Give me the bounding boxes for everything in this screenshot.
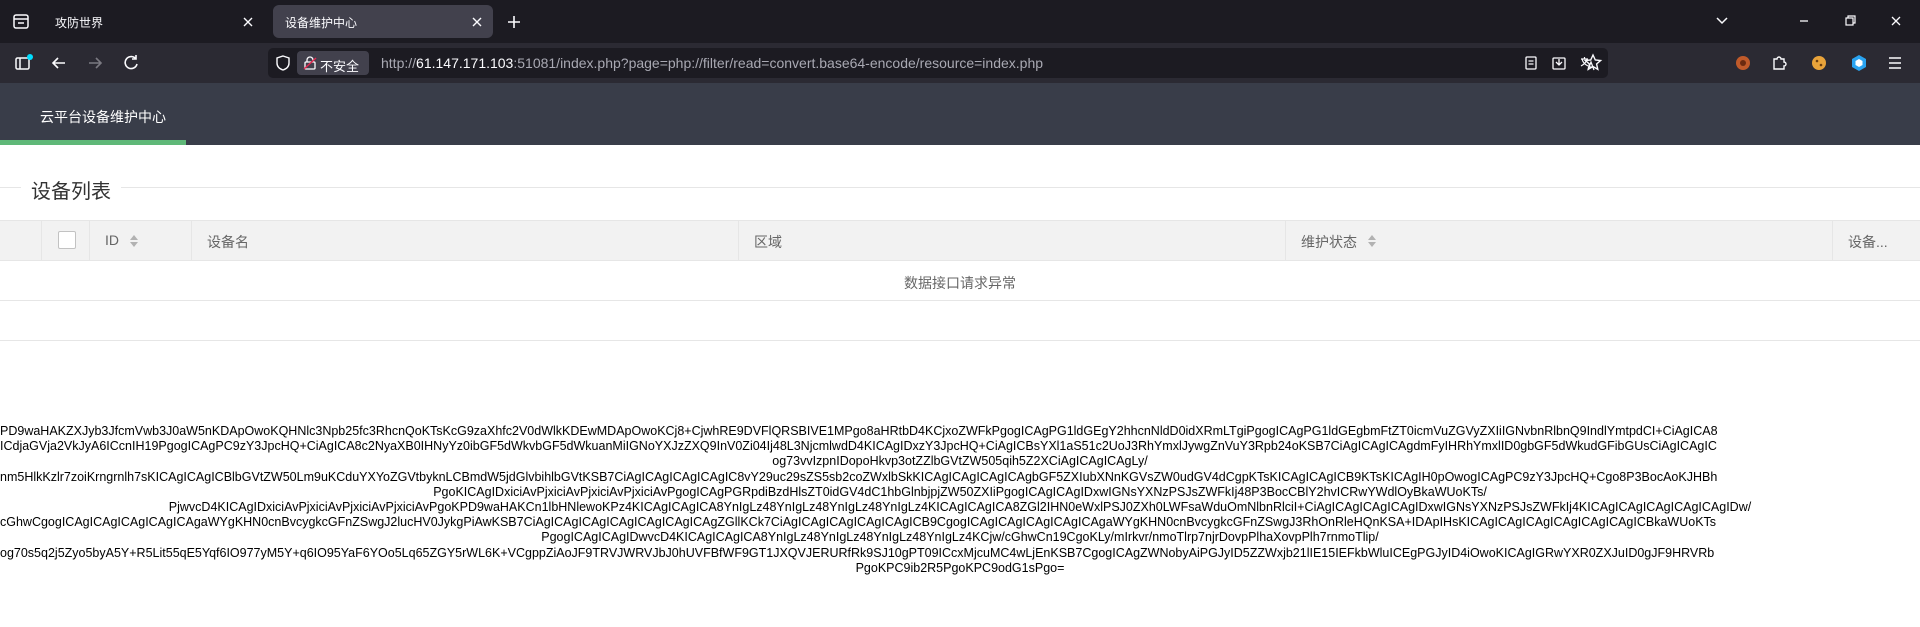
- tab-title: 攻防世界: [55, 16, 104, 30]
- url-path: :51081/index.php?page=php://filter/read=…: [513, 55, 1044, 71]
- select-all-checkbox[interactable]: [58, 231, 76, 249]
- raw-output-line: PD9waHAKZXJyb3JfcmVwb3J0aW5nKDApOwoKQHNl…: [0, 424, 1718, 438]
- extensions-puzzle-icon[interactable]: [1766, 50, 1792, 76]
- table-header-device-name: 设备名: [192, 221, 739, 260]
- raw-output-line: PgoKICAgIDxiciAvPjxiciAvPjxiciAvPjxiciAv…: [433, 484, 1487, 499]
- close-icon[interactable]: [468, 13, 486, 31]
- tab-gongfang[interactable]: 攻防世界: [43, 5, 264, 38]
- raw-output-line: og70s5q2j5Zyo5byA5Y+R5Lit55qE5Yqf6IO977y…: [0, 545, 1715, 560]
- section-title: 设备列表: [21, 175, 121, 204]
- table-header-checkbox: [42, 221, 90, 260]
- table-empty-row: 数据接口请求异常: [0, 261, 1920, 301]
- nav-item-cloud-platform[interactable]: 云平台设备维护中心: [0, 83, 186, 145]
- minimize-icon[interactable]: [1790, 8, 1818, 34]
- table-header-region: 区域: [739, 221, 1286, 260]
- column-label: 设备...: [1848, 234, 1888, 250]
- reader-view-icon[interactable]: [1522, 54, 1540, 77]
- nav-active-indicator: [0, 140, 186, 145]
- raw-output-line: PjwvcD4KICAgIDxiciAvPjxiciAvPjxiciAvPjxi…: [168, 499, 1752, 514]
- extension-cookie-icon[interactable]: [1806, 50, 1832, 76]
- sort-icon[interactable]: [129, 234, 139, 248]
- browser-tab-strip: 攻防世界 设备维护中心: [0, 0, 1920, 43]
- table-header-id[interactable]: ID: [90, 221, 192, 260]
- restore-icon[interactable]: [1836, 8, 1864, 34]
- insecure-connection-button[interactable]: 不安全: [297, 51, 369, 75]
- url-host: 61.147.171.103: [416, 55, 514, 71]
- table-header-device-more: 设备...: [1833, 221, 1920, 260]
- table-header-index: [0, 221, 42, 260]
- raw-output-line: nm5HlkKzlr7zoiKrngrnlh7sKICAgICAgICBlbGV…: [0, 469, 1718, 484]
- back-arrow-icon[interactable]: [46, 50, 72, 76]
- column-label: 设备名: [207, 234, 249, 250]
- raw-output-line: og73vvIzpnIDopoHkvp3otZZlbGVtZW505qih5Z2…: [772, 454, 1148, 469]
- forward-arrow-icon[interactable]: [82, 50, 108, 76]
- tab-overview-icon[interactable]: [10, 50, 36, 76]
- browser-toolbar: 不安全 http://61.147.171.103:51081/index.ph…: [0, 43, 1920, 83]
- raw-output: PD9waHAKZXJyb3JfcmVwb3J0aW5nKDApOwoKQHNl…: [0, 424, 1920, 594]
- insecure-lock-icon: [302, 55, 318, 76]
- tab-title: 设备维护中心: [285, 16, 358, 30]
- raw-output-line: PgoKPC9ib2R5PgoKPC9odG1sPgo=: [855, 560, 1065, 575]
- raw-output-line: PgogICAgICAgIDwvcD4KICAgICAgICA8YnIgLz48…: [541, 530, 1379, 545]
- close-window-icon[interactable]: [1882, 8, 1910, 34]
- reload-icon[interactable]: [118, 50, 144, 76]
- sort-icon[interactable]: [1367, 234, 1377, 248]
- table-header: ID 设备名 区域 维护状态 设备...: [0, 221, 1920, 261]
- save-page-icon[interactable]: [1550, 54, 1568, 77]
- app-header: 云平台设备维护中心: [0, 83, 1920, 145]
- url-scheme: http://: [381, 55, 417, 71]
- column-label: 维护状态: [1301, 234, 1357, 250]
- device-table: ID 设备名 区域 维护状态 设备... 数据接口请求异常: [0, 220, 1920, 341]
- sidebar-icon[interactable]: [8, 10, 34, 34]
- plus-icon[interactable]: [502, 10, 526, 34]
- extension-fox-icon[interactable]: [1730, 50, 1756, 76]
- url-text[interactable]: http://61.147.171.103:51081/index.php?pa…: [381, 55, 1043, 71]
- close-icon[interactable]: [239, 13, 257, 31]
- table-header-status[interactable]: 维护状态: [1286, 221, 1833, 260]
- bookmark-star-icon[interactable]: [1580, 50, 1606, 76]
- insecure-label: 不安全: [320, 59, 360, 74]
- raw-output-line: cGhwCgogICAgICAgICAgICAgICAgaWYgKHN0cnBv…: [0, 515, 1717, 530]
- column-label: ID: [105, 232, 119, 248]
- menu-icon[interactable]: [1882, 50, 1908, 76]
- chevron-down-icon[interactable]: [1708, 8, 1736, 34]
- address-bar[interactable]: 不安全 http://61.147.171.103:51081/index.ph…: [268, 48, 1608, 78]
- column-label: 区域: [754, 234, 782, 250]
- section-divider: [0, 187, 1920, 188]
- table-row: [0, 301, 1920, 341]
- raw-output-line: ICdjaGVja2VkJyA6ICcnIH19PgogICAgPC9zY3Jp…: [0, 439, 1717, 454]
- extension-hexagon-icon[interactable]: [1846, 50, 1872, 76]
- tab-device-center[interactable]: 设备维护中心: [273, 5, 493, 38]
- empty-message: 数据接口请求异常: [904, 275, 1016, 291]
- shield-icon[interactable]: [274, 54, 292, 77]
- nav-item-label: 云平台设备维护中心: [40, 109, 166, 125]
